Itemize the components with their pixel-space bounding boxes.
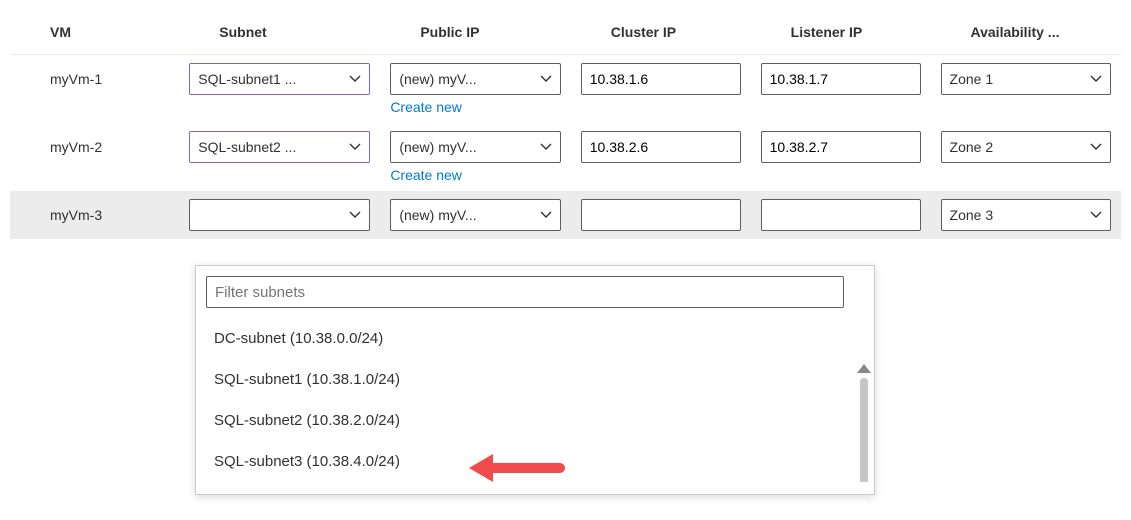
listener-ip-input[interactable] — [761, 131, 921, 163]
listener-ip-input[interactable] — [761, 199, 921, 231]
chevron-down-icon — [1090, 141, 1102, 153]
column-header-public-ip: Public IP — [380, 10, 570, 55]
subnet-dropdown-panel: DC-subnet (10.38.0.0/24) SQL-subnet1 (10… — [195, 265, 875, 495]
chevron-down-icon — [349, 209, 361, 221]
chevron-down-icon — [540, 73, 552, 85]
column-header-vm: VM — [10, 10, 179, 55]
listener-ip-input[interactable] — [761, 63, 921, 95]
cluster-ip-input[interactable] — [581, 63, 741, 95]
availability-dropdown[interactable]: Zone 3 — [941, 199, 1111, 231]
cluster-ip-input[interactable] — [581, 131, 741, 163]
public-ip-dropdown[interactable]: (new) myV... — [390, 63, 560, 95]
vm-name-cell: myVm-3 — [10, 191, 179, 239]
subnet-filter-input[interactable] — [206, 276, 844, 308]
vm-name-cell: myVm-1 — [10, 55, 179, 124]
cluster-ip-input[interactable] — [581, 199, 741, 231]
chevron-down-icon — [540, 209, 552, 221]
column-header-cluster-ip: Cluster IP — [571, 10, 751, 55]
table-row: myVm-1 SQL-subnet1 ... (new) myV... Crea… — [10, 55, 1121, 124]
table-row: myVm-3 (new) myV... — [10, 191, 1121, 239]
subnet-dropdown[interactable] — [189, 199, 370, 231]
chevron-down-icon — [540, 141, 552, 153]
public-ip-dropdown[interactable]: (new) myV... — [390, 199, 560, 231]
subnet-option[interactable]: SQL-subnet2 (10.38.2.0/24) — [196, 400, 874, 441]
vm-name-cell: myVm-2 — [10, 123, 179, 191]
scroll-up-icon — [857, 364, 871, 373]
availability-dropdown[interactable]: Zone 2 — [941, 131, 1111, 163]
chevron-down-icon — [349, 73, 361, 85]
public-ip-dropdown[interactable]: (new) myV... — [390, 131, 560, 163]
table-row: myVm-2 SQL-subnet2 ... (new) myV... Crea… — [10, 123, 1121, 191]
subnet-dropdown[interactable]: SQL-subnet1 ... — [189, 63, 370, 95]
create-new-link[interactable]: Create new — [390, 167, 462, 183]
column-header-listener-ip: Listener IP — [751, 10, 931, 55]
subnet-option[interactable]: SQL-subnet1 (10.38.1.0/24) — [196, 359, 874, 400]
chevron-down-icon — [1090, 209, 1102, 221]
availability-dropdown[interactable]: Zone 1 — [941, 63, 1111, 95]
column-header-availability: Availability ... — [931, 10, 1121, 55]
subnet-dropdown[interactable]: SQL-subnet2 ... — [189, 131, 370, 163]
chevron-down-icon — [1090, 73, 1102, 85]
scrollbar-thumb[interactable] — [860, 378, 868, 482]
subnet-option[interactable]: SQL-subnet3 (10.38.4.0/24) — [196, 441, 874, 482]
vm-configuration-table: VM Subnet Public IP Cluster IP Listener … — [10, 10, 1121, 239]
create-new-link[interactable]: Create new — [390, 99, 462, 115]
column-header-subnet: Subnet — [179, 10, 380, 55]
subnet-option[interactable]: DC-subnet (10.38.0.0/24) — [196, 318, 874, 359]
subnet-options-list: DC-subnet (10.38.0.0/24) SQL-subnet1 (10… — [196, 318, 874, 482]
chevron-down-icon — [349, 141, 361, 153]
